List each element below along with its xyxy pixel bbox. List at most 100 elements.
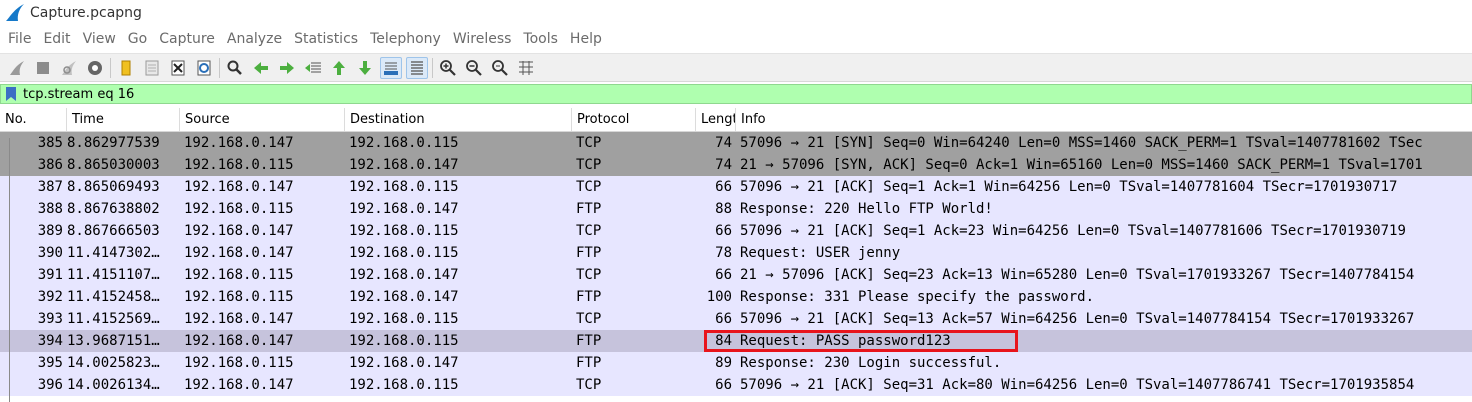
packet-protocol: TCP bbox=[576, 311, 602, 327]
menu-go[interactable]: Go bbox=[122, 26, 153, 53]
menu-help[interactable]: Help bbox=[564, 26, 608, 53]
zoom-out-button[interactable] bbox=[463, 57, 485, 79]
packet-source: 192.168.0.147 bbox=[184, 245, 294, 261]
stop-capture-button[interactable] bbox=[32, 57, 54, 79]
packet-protocol: TCP bbox=[576, 377, 602, 393]
packet-length: 66 bbox=[715, 267, 732, 283]
display-filter-bar[interactable]: tcp.stream eq 16 bbox=[0, 84, 1472, 104]
restart-capture-icon bbox=[62, 60, 76, 75]
column-header-source[interactable]: Source bbox=[180, 108, 345, 131]
menu-edit[interactable]: Edit bbox=[37, 26, 76, 53]
find-packet-button[interactable] bbox=[224, 57, 246, 79]
normal-size-button[interactable] bbox=[489, 57, 511, 79]
start-capture-button[interactable] bbox=[6, 57, 28, 79]
reload-file-button[interactable] bbox=[193, 57, 215, 79]
packet-destination: 192.168.0.115 bbox=[349, 245, 459, 261]
resize-columns-button[interactable] bbox=[515, 57, 537, 79]
packet-info: 21 → 57096 [SYN, ACK] Seq=0 Ack=1 Win=65… bbox=[740, 157, 1423, 173]
colorize-button[interactable] bbox=[406, 56, 428, 79]
packet-row[interactable]: 385 8.862977539 192.168.0.147 192.168.0.115… bbox=[0, 132, 1472, 154]
packet-destination: 192.168.0.147 bbox=[349, 201, 459, 217]
packet-row[interactable]: 391 11.4151107… 192.168.0.115 192.168.0.147… bbox=[0, 264, 1472, 286]
bookmark-icon[interactable] bbox=[5, 86, 17, 102]
packet-info: Request: USER jenny bbox=[740, 245, 901, 261]
packet-no: 385 bbox=[37, 135, 63, 151]
column-header-no[interactable]: No. bbox=[0, 108, 67, 131]
packet-info: 21 → 57096 [ACK] Seq=23 Ack=13 Win=65280… bbox=[740, 267, 1415, 283]
packet-time: 8.865069493 bbox=[67, 179, 160, 195]
menu-wireless[interactable]: Wireless bbox=[447, 26, 518, 53]
packet-row[interactable]: 396 14.0026134… 192.168.0.147 192.168.0.115… bbox=[0, 374, 1472, 396]
go-forward-icon bbox=[280, 61, 294, 74]
packet-row[interactable]: 390 11.4147302… 192.168.0.147 192.168.0.115… bbox=[0, 242, 1472, 264]
stop-capture-icon bbox=[37, 61, 49, 74]
autoscroll-button[interactable] bbox=[380, 56, 402, 79]
packet-row[interactable]: 393 11.4152569… 192.168.0.147 192.168.0.115… bbox=[0, 308, 1472, 330]
normal-size-icon bbox=[492, 59, 508, 76]
capture-options-icon bbox=[88, 60, 102, 75]
packet-list[interactable]: No. Time Source Destination Protocol Len… bbox=[0, 108, 1472, 402]
packet-no: 387 bbox=[37, 179, 63, 195]
packet-protocol: FTP bbox=[576, 355, 602, 371]
go-to-packet-button[interactable] bbox=[302, 57, 324, 79]
packet-protocol: TCP bbox=[576, 135, 602, 151]
zoom-out-icon bbox=[466, 59, 482, 76]
packet-source: 192.168.0.115 bbox=[184, 201, 294, 217]
open-file-button[interactable] bbox=[115, 57, 137, 79]
go-to-packet-icon bbox=[305, 62, 321, 72]
packet-row[interactable]: 392 11.4152458… 192.168.0.115 192.168.0.147… bbox=[0, 286, 1472, 308]
menu-view[interactable]: View bbox=[77, 26, 122, 53]
go-back-icon bbox=[254, 61, 268, 74]
packet-protocol: TCP bbox=[576, 223, 602, 239]
go-back-button[interactable] bbox=[250, 57, 272, 79]
packet-rows: 385 8.862977539 192.168.0.147 192.168.0.115… bbox=[0, 132, 1472, 396]
packet-no: 386 bbox=[37, 157, 63, 173]
packet-info: Response: 331 Please specify the passwor… bbox=[740, 289, 1095, 305]
menu-analyze[interactable]: Analyze bbox=[221, 26, 288, 53]
packet-row[interactable]: 386 8.865030003 192.168.0.115 192.168.0.147… bbox=[0, 154, 1472, 176]
packet-row[interactable]: 395 14.0025823… 192.168.0.115 192.168.0.147… bbox=[0, 352, 1472, 374]
menu-capture[interactable]: Capture bbox=[153, 26, 221, 53]
go-first-packet-button[interactable] bbox=[328, 57, 350, 79]
column-header-protocol[interactable]: Protocol bbox=[572, 108, 696, 131]
column-header-time[interactable]: Time bbox=[67, 108, 180, 131]
go-first-packet-icon bbox=[333, 60, 345, 75]
packet-info: 57096 → 21 [ACK] Seq=13 Ack=57 Win=64256… bbox=[740, 311, 1415, 327]
column-header-destination[interactable]: Destination bbox=[345, 108, 572, 131]
go-forward-button[interactable] bbox=[276, 57, 298, 79]
packet-row[interactable]: 388 8.867638802 192.168.0.115 192.168.0.147… bbox=[0, 198, 1472, 220]
column-header-length[interactable]: Lengt bbox=[696, 108, 736, 131]
column-header-info[interactable]: Info bbox=[736, 108, 1472, 131]
packet-length: 66 bbox=[715, 377, 732, 393]
packet-row[interactable]: 389 8.867666503 192.168.0.147 192.168.0.115… bbox=[0, 220, 1472, 242]
packet-destination: 192.168.0.115 bbox=[349, 223, 459, 239]
menu-telephony[interactable]: Telephony bbox=[364, 26, 447, 53]
packet-info: Response: 230 Login successful. bbox=[740, 355, 1002, 371]
menu-tools[interactable]: Tools bbox=[517, 26, 564, 53]
packet-time: 14.0025823… bbox=[67, 355, 160, 371]
packet-source: 192.168.0.147 bbox=[184, 333, 294, 349]
go-last-packet-icon bbox=[359, 60, 371, 75]
packet-row[interactable]: 394 13.9687151… 192.168.0.147 192.168.0.115… bbox=[0, 330, 1472, 352]
packet-source: 192.168.0.115 bbox=[184, 289, 294, 305]
menu-statistics[interactable]: Statistics bbox=[288, 26, 364, 53]
packet-info: 57096 → 21 [SYN] Seq=0 Win=64240 Len=0 M… bbox=[740, 135, 1423, 151]
capture-options-button[interactable] bbox=[84, 57, 106, 79]
packet-source: 192.168.0.147 bbox=[184, 311, 294, 327]
title-bar: Capture.pcapng bbox=[0, 0, 1472, 26]
packet-row[interactable]: 387 8.865069493 192.168.0.147 192.168.0.115… bbox=[0, 176, 1472, 198]
packet-source: 192.168.0.147 bbox=[184, 377, 294, 393]
packet-time: 13.9687151… bbox=[67, 333, 160, 349]
packet-destination: 192.168.0.115 bbox=[349, 135, 459, 151]
packet-destination: 192.168.0.115 bbox=[349, 179, 459, 195]
go-last-packet-button[interactable] bbox=[354, 57, 376, 79]
close-file-button[interactable] bbox=[167, 57, 189, 79]
restart-capture-button[interactable] bbox=[58, 57, 80, 79]
save-file-button[interactable] bbox=[141, 57, 163, 79]
zoom-in-button[interactable] bbox=[437, 57, 459, 79]
packet-destination: 192.168.0.115 bbox=[349, 311, 459, 327]
menu-file[interactable]: File bbox=[2, 26, 37, 53]
packet-time: 11.4151107… bbox=[67, 267, 160, 283]
display-filter-input[interactable]: tcp.stream eq 16 bbox=[23, 87, 134, 102]
packet-destination: 192.168.0.147 bbox=[349, 355, 459, 371]
